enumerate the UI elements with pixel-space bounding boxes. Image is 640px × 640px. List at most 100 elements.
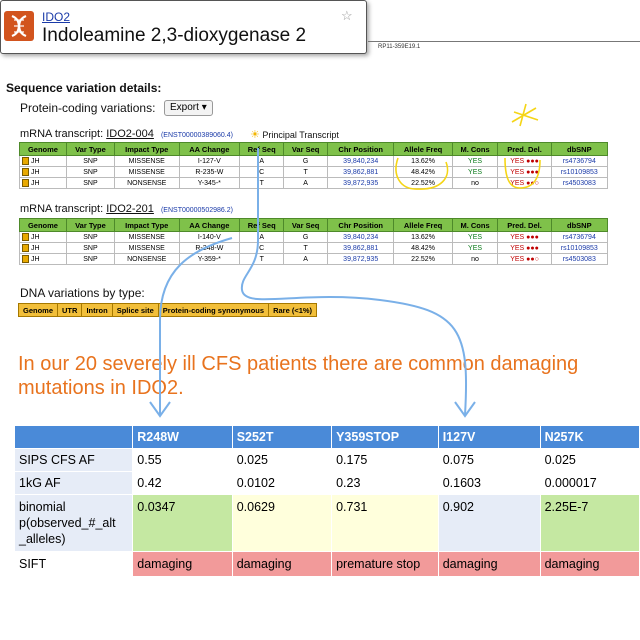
results-cell: damaging (132, 551, 233, 577)
table-cell[interactable]: rs4736794 (550, 231, 609, 243)
table-cell: JH (19, 231, 67, 243)
results-cell: 0.175 (331, 448, 439, 472)
column-header[interactable]: Genome (19, 218, 67, 232)
table-cell: SNP (65, 231, 115, 243)
results-cell: 0.902 (437, 494, 541, 552)
table-cell: I-140-V (178, 231, 241, 243)
table-cell: YES ●●○ (497, 177, 552, 189)
table-row: JH SNP MISSENSE R-235-W C T 39,862,881 48.42% YE… (19, 166, 609, 178)
table-row: JH SNP NONSENSE Y-345-* T A 39,872,935 22.52% no… (19, 177, 609, 189)
table-cell[interactable]: rs10109853 (550, 166, 609, 178)
dna-type-tab[interactable]: Genome (17, 303, 59, 317)
table-cell: C (239, 242, 285, 254)
table-cell[interactable]: rs4503083 (550, 253, 609, 265)
column-header[interactable]: M. Cons (451, 142, 499, 156)
export-button[interactable]: Export ▾ (164, 100, 213, 116)
dna-type-tab[interactable]: Intron (81, 303, 113, 317)
table-cell: MISSENSE (113, 166, 180, 178)
results-table: R248W S252T Y359STOP I127V N257K SIPS CFS AF… (13, 425, 640, 577)
dna-type-tab[interactable]: Rare (<1%) (268, 303, 318, 317)
column-header[interactable]: Allele Freq (393, 218, 453, 232)
table-cell[interactable]: 39,872,935 (326, 177, 395, 189)
table-cell[interactable]: rs4736794 (550, 155, 609, 167)
column-header[interactable]: Ref Seq (239, 218, 285, 232)
dna-type-tab[interactable]: Protein-coding synonymous (157, 303, 270, 317)
table-cell[interactable]: rs10109853 (550, 242, 609, 254)
table-cell: YES ●●● (497, 166, 552, 178)
table-cell[interactable]: 39,862,881 (326, 166, 395, 178)
dna-type-tab[interactable]: UTR (57, 303, 83, 317)
results-column-header: N257K (539, 425, 640, 449)
table-cell[interactable]: 39,872,935 (326, 253, 395, 265)
table-cell[interactable]: 39,840,234 (326, 155, 395, 167)
table-cell: R-248-W (178, 242, 241, 254)
dna-variations-title: DNA variations by type: (20, 286, 145, 300)
column-header[interactable]: Pred. Del. (497, 142, 552, 156)
results-column-header: Y359STOP (331, 425, 439, 449)
column-header[interactable]: Ref Seq (239, 142, 285, 156)
column-header[interactable]: Var Type (65, 142, 115, 156)
star-icon[interactable]: ☆ (341, 8, 353, 24)
table-cell: 13.62% (393, 231, 453, 243)
export-label: Export (170, 102, 199, 113)
table-cell: SNP (65, 253, 115, 265)
results-cell: 2.25E-7 (539, 494, 640, 552)
column-header[interactable]: Genome (19, 142, 67, 156)
column-header[interactable]: dbSNP (550, 142, 609, 156)
column-header[interactable]: Var Seq (283, 218, 328, 232)
transcript-id-link[interactable]: IDO2-201 (106, 203, 154, 215)
table-cell: YES (451, 166, 499, 178)
results-row: SIFT damaging damaging premature stop damagi… (13, 551, 640, 577)
dna-type-tab[interactable]: Splice site (111, 303, 159, 317)
table-cell: no (451, 177, 499, 189)
section-title: Sequence variation details: (6, 81, 162, 95)
table-cell: YES (451, 155, 499, 167)
gene-id-link[interactable]: IDO2 (42, 10, 70, 24)
results-cell: 0.000017 (539, 471, 640, 495)
principal-label: Principal Transcript (262, 130, 339, 140)
genome-icon (22, 168, 29, 176)
results-cell: 0.025 (539, 448, 640, 472)
table-cell: YES ●●● (497, 231, 552, 243)
table-cell: 22.52% (393, 253, 453, 265)
column-header[interactable]: AA Change (178, 218, 241, 232)
table-cell: MISSENSE (113, 231, 180, 243)
column-header[interactable]: M. Cons (451, 218, 499, 232)
table-cell: 48.42% (393, 242, 453, 254)
table-cell: A (283, 253, 328, 265)
column-header[interactable]: Impact Type (113, 218, 180, 232)
table-cell[interactable]: rs4503083 (550, 177, 609, 189)
results-row-label: binomial p(observed_#_alt _alleles) (13, 494, 134, 552)
table-cell: A (239, 231, 285, 243)
results-row-label: 1kG AF (13, 471, 134, 495)
table-cell: A (239, 155, 285, 167)
transcript-1-title: mRNA transcript: IDO2-004 (ENST000003890… (20, 128, 233, 140)
column-header[interactable]: dbSNP (550, 218, 609, 232)
column-header[interactable]: AA Change (178, 142, 241, 156)
ensembl-id[interactable]: (ENST00000389060.4) (161, 132, 233, 139)
table-cell: SNP (65, 177, 115, 189)
transcript-id-link[interactable]: IDO2-004 (106, 128, 154, 140)
column-header[interactable]: Var Type (65, 218, 115, 232)
results-cell: 0.075 (437, 448, 541, 472)
gene-card[interactable]: IDO2 Indoleamine 2,3-dioxygenase 2 ☆ (0, 0, 367, 54)
table-cell: Y-359-* (178, 253, 241, 265)
table-cell: T (239, 253, 285, 265)
column-header[interactable]: Allele Freq (393, 142, 453, 156)
transcript-2-title: mRNA transcript: IDO2-201 (ENST000005029… (20, 203, 233, 215)
genome-icon (22, 233, 29, 241)
column-header[interactable]: Chr Position (326, 142, 395, 156)
column-header[interactable]: Impact Type (113, 142, 180, 156)
column-header[interactable]: Pred. Del. (497, 218, 552, 232)
table-cell[interactable]: 39,862,881 (326, 242, 395, 254)
column-header[interactable]: Chr Position (326, 218, 395, 232)
table-cell[interactable]: 39,840,234 (326, 231, 395, 243)
column-header[interactable]: Var Seq (283, 142, 328, 156)
results-cell: 0.025 (231, 448, 333, 472)
table-cell: YES ●●○ (497, 253, 552, 265)
ensembl-id[interactable]: (ENST00000502986.2) (161, 207, 233, 214)
table-cell: T (283, 242, 328, 254)
results-cell: 0.55 (132, 448, 233, 472)
results-row: 1kG AF 0.42 0.0102 0.23 0.1603 0.000017 (13, 471, 640, 495)
table-cell: T (283, 166, 328, 178)
